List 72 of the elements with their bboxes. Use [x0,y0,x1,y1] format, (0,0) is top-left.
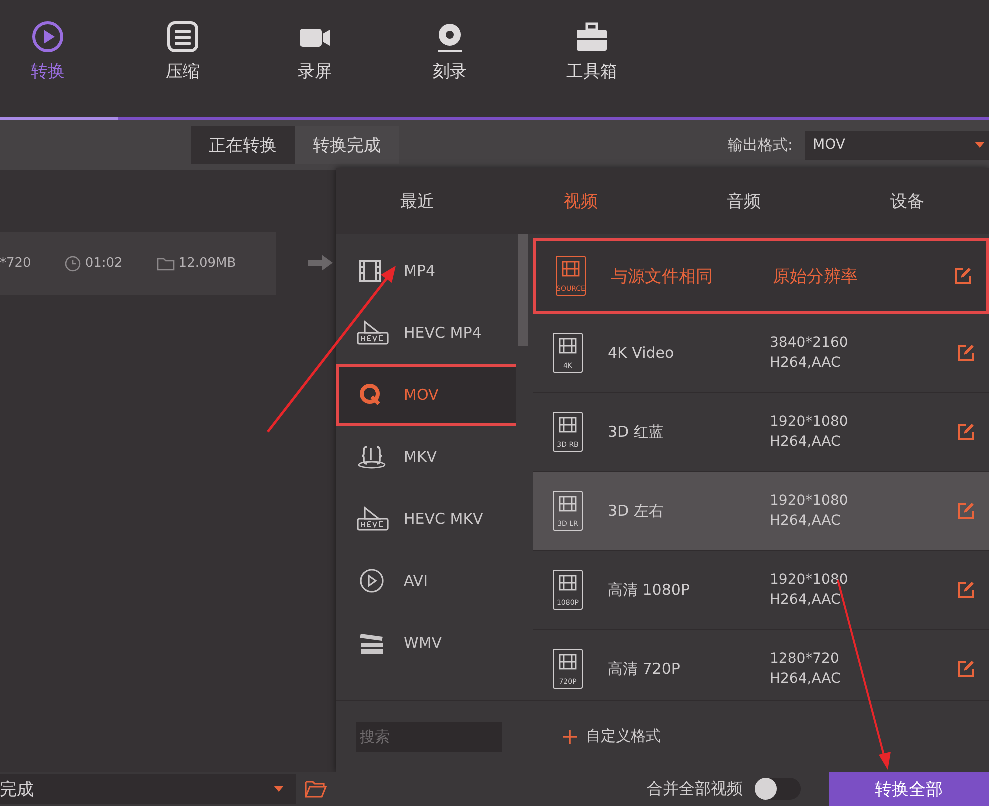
category-tab[interactable]: 视频 [499,168,662,234]
format-item[interactable]: HEVC MKV [336,488,516,550]
edit-icon[interactable] [957,344,975,362]
preset-name: 与源文件相同 [611,266,714,288]
codec-text: H264,AAC [770,355,842,371]
film-icon [559,417,577,433]
status-tab[interactable]: 正在转换 [191,126,295,164]
dropdown-value: 完成 [0,778,34,800]
format-item[interactable]: MKV [336,426,516,488]
folder-icon[interactable] [305,780,327,798]
codec-text: H264,AAC [770,671,842,687]
scrollbar-thumb[interactable] [518,234,528,346]
category-tab[interactable]: 音频 [662,168,826,234]
preset-name: 3D 左右 [608,502,665,520]
custom-format-button[interactable]: 自定义格式 [562,727,661,746]
resolution-text: 1280*720 [770,651,840,667]
preset-name: 高清 720P [608,660,682,678]
resolution-text: 1920*1080 [770,572,850,588]
edit-icon[interactable] [957,423,975,441]
format-item[interactable]: MP4 [336,240,516,302]
film-icon [559,654,577,670]
category-tab[interactable]: 设备 [826,168,989,234]
duration-text: 01:02 [85,256,123,271]
hevc-icon [357,506,389,532]
toolbox-icon [575,20,609,54]
nav-tab[interactable]: 录屏 [270,20,360,94]
preset-name: 高清 1080P [608,580,691,600]
format-item[interactable]: MOV [336,364,519,426]
output-format-label: 输出格式: [728,136,793,154]
resolution-text: 1920*1080 [770,414,850,430]
output-format-dropdown[interactable]: MOV [805,130,989,160]
folder-icon [156,256,175,270]
search-field[interactable]: 搜索 [356,722,502,752]
convert-icon [31,20,65,54]
plus-icon [562,728,578,744]
arrow-right-icon [308,254,334,272]
preset-name: 4K Video [608,344,676,362]
edit-icon[interactable] [957,660,975,678]
film-icon [559,575,577,591]
merge-toggle[interactable] [755,778,801,800]
preset-name: 3D 红蓝 [608,422,665,442]
caret-icon [975,142,985,148]
list-icon [166,20,200,54]
film-icon [562,261,580,277]
convert-all-button[interactable]: 转换全部 [829,772,989,806]
film-icon [559,338,577,354]
edit-icon[interactable] [957,502,975,520]
status-tab[interactable]: 转换完成 [295,126,399,164]
nav-tab[interactable]: 工具箱 [540,20,644,94]
file-size-text: 12.09MB [178,256,236,271]
resolution-text: 1920*1080 [770,493,850,509]
codec-text: H264,AAC [770,434,842,450]
format-item[interactable]: WMV [336,612,516,674]
edit-icon[interactable] [957,581,975,599]
film-icon [559,496,577,512]
nav-tab[interactable]: 刻录 [360,20,540,94]
dropdown-value: MOV [813,137,846,153]
caret-icon [274,786,284,792]
merge-label: 合并全部视频 [647,778,743,800]
resolution-text: *720 [0,256,32,271]
nav-tab[interactable]: 压缩 [96,20,270,94]
category-tab[interactable]: 最近 [336,168,500,234]
codec-text: H264,AAC [770,592,842,608]
hevc-icon [357,320,389,346]
format-item[interactable]: AVI [336,550,516,612]
edit-icon[interactable] [954,267,972,285]
codec-text: H264,AAC [770,513,842,529]
format-item[interactable]: HEVC MP4 [336,302,516,364]
clock-icon [65,256,82,272]
destination-dropdown[interactable]: 完成 [0,774,296,804]
resolution-text: 原始分辨率 [773,266,859,288]
resolution-text: 3840*2160 [770,335,850,351]
